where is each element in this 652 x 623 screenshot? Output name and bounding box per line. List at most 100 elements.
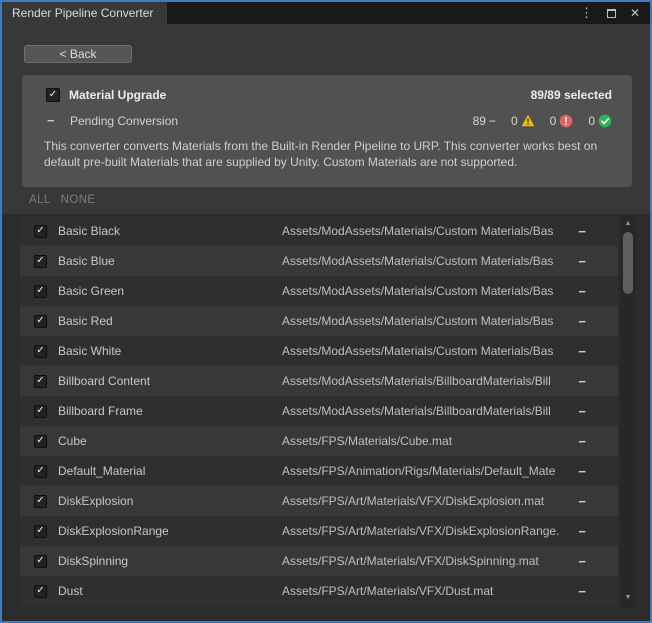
window-title: Render Pipeline Converter (12, 6, 153, 20)
close-icon[interactable]: ✕ (630, 2, 640, 24)
scrollbar-thumb[interactable] (623, 232, 633, 294)
warning-count: 0 (511, 114, 535, 128)
material-row[interactable]: ✓ DiskSpinning Assets/FPS/Art/Materials/… (20, 546, 618, 576)
converter-title: Material Upgrade (69, 88, 166, 102)
row-checkbox[interactable]: ✓ (34, 435, 47, 448)
check-icon: ✓ (36, 585, 44, 597)
material-row[interactable]: ✓ Basic Red Assets/ModAssets/Materials/C… (20, 306, 618, 336)
material-path: Assets/ModAssets/Materials/BillboardMate… (282, 374, 551, 388)
scrollbar[interactable]: ▲ ▼ (620, 216, 636, 608)
row-status-icon: − (578, 434, 586, 449)
row-checkbox[interactable]: ✓ (34, 255, 47, 268)
material-path: Assets/FPS/Art/Materials/VFX/DiskExplosi… (282, 524, 559, 538)
tab-render-pipeline-converter[interactable]: Render Pipeline Converter (2, 2, 167, 24)
material-name: Billboard Frame (58, 404, 264, 418)
material-row[interactable]: ✓ Dust Assets/FPS/Art/Materials/VFX/Dust… (20, 576, 618, 606)
material-path: Assets/ModAssets/Materials/Custom Materi… (282, 254, 553, 268)
material-path: Assets/FPS/Materials/Cube.mat (282, 434, 452, 448)
pending-count: 89 − (473, 114, 496, 128)
material-path: Assets/ModAssets/Materials/BillboardMate… (282, 404, 551, 418)
material-name: DiskExplosionRange (58, 524, 264, 538)
material-row[interactable]: ✓ Billboard Frame Assets/ModAssets/Mater… (20, 396, 618, 426)
material-path: Assets/ModAssets/Materials/Custom Materi… (282, 314, 553, 328)
error-count: 0 (550, 114, 574, 128)
material-path: Assets/FPS/Art/Materials/VFX/DiskSpinnin… (282, 554, 539, 568)
title-bar: Render Pipeline Converter ⋮ ✕ (2, 2, 650, 24)
material-name: Basic Black (58, 224, 264, 238)
row-status-icon: − (578, 584, 586, 599)
row-checkbox[interactable]: ✓ (34, 405, 47, 418)
check-icon: ✓ (36, 555, 44, 567)
row-checkbox[interactable]: ✓ (34, 555, 47, 568)
check-icon: ✓ (36, 375, 44, 387)
converter-status-row: − Pending Conversion 89 − 0 0 (47, 113, 612, 128)
status-counts: 89 − 0 0 (458, 114, 612, 128)
check-icon: ✓ (36, 495, 44, 507)
material-row[interactable]: ✓ DiskExplosion Assets/FPS/Art/Materials… (20, 486, 618, 516)
check-icon: ✓ (36, 225, 44, 237)
row-checkbox[interactable]: ✓ (34, 465, 47, 478)
row-status-icon: − (578, 314, 586, 329)
back-button[interactable]: < Back (24, 45, 132, 63)
pending-count-icon: − (489, 114, 496, 128)
material-row[interactable]: ✓ Basic Green Assets/ModAssets/Materials… (20, 276, 618, 306)
material-row[interactable]: ✓ Basic Blue Assets/ModAssets/Materials/… (20, 246, 618, 276)
converter-header-row: ✓ Material Upgrade 89/89 selected (46, 88, 612, 102)
select-all-button[interactable]: ALL (29, 194, 51, 206)
material-row[interactable]: ✓ DiskExplosionRange Assets/FPS/Art/Mate… (20, 516, 618, 546)
material-row[interactable]: ✓ Cube Assets/FPS/Materials/Cube.mat − (20, 426, 618, 456)
check-icon: ✓ (36, 345, 44, 357)
window-controls: ⋮ ✕ (580, 2, 640, 24)
material-row[interactable]: ✓ Billboard Content Assets/ModAssets/Mat… (20, 366, 618, 396)
row-checkbox[interactable]: ✓ (34, 225, 47, 238)
row-checkbox[interactable]: ✓ (34, 375, 47, 388)
row-status-icon: − (578, 524, 586, 539)
selection-bar: ALL NONE (29, 194, 96, 206)
material-name: Cube (58, 434, 264, 448)
material-path: Assets/ModAssets/Materials/Custom Materi… (282, 344, 553, 358)
material-path: Assets/FPS/Art/Materials/VFX/Dust.mat (282, 584, 493, 598)
material-list: ✓ Basic Black Assets/ModAssets/Materials… (20, 216, 618, 606)
material-path: Assets/ModAssets/Materials/Custom Materi… (282, 224, 553, 238)
check-icon: ✓ (36, 285, 44, 297)
render-pipeline-converter-window: Render Pipeline Converter ⋮ ✕ < Back ✓ M… (0, 0, 652, 623)
converter-description: This converter converts Materials from t… (44, 138, 614, 170)
row-checkbox[interactable]: ✓ (34, 525, 47, 538)
material-row[interactable]: ✓ Basic White Assets/ModAssets/Materials… (20, 336, 618, 366)
scroll-up-icon[interactable]: ▲ (620, 218, 636, 230)
row-status-icon: − (578, 224, 586, 239)
check-icon: ✓ (36, 255, 44, 267)
maximize-icon[interactable] (607, 9, 616, 18)
scroll-down-icon[interactable]: ▼ (620, 592, 636, 604)
row-checkbox[interactable]: ✓ (34, 285, 47, 298)
check-icon: ✓ (49, 89, 57, 101)
material-name: Basic Blue (58, 254, 264, 268)
material-name: DiskExplosion (58, 494, 264, 508)
material-name: Basic Red (58, 314, 264, 328)
row-checkbox[interactable]: ✓ (34, 495, 47, 508)
warning-icon (521, 114, 535, 127)
material-name: Basic White (58, 344, 264, 358)
row-checkbox[interactable]: ✓ (34, 315, 47, 328)
converter-checkbox[interactable]: ✓ (46, 88, 60, 102)
material-name: Default_Material (58, 464, 264, 478)
check-icon: ✓ (36, 315, 44, 327)
material-path: Assets/ModAssets/Materials/Custom Materi… (282, 284, 553, 298)
material-row[interactable]: ✓ Basic Black Assets/ModAssets/Materials… (20, 216, 618, 246)
success-count: 0 (588, 114, 612, 128)
converter-panel: ✓ Material Upgrade 89/89 selected − Pend… (22, 75, 632, 187)
more-options-icon[interactable]: ⋮ (580, 2, 593, 24)
row-checkbox[interactable]: ✓ (34, 585, 47, 598)
material-name: Basic Green (58, 284, 264, 298)
material-path: Assets/FPS/Art/Materials/VFX/DiskExplosi… (282, 494, 544, 508)
row-status-icon: − (578, 464, 586, 479)
material-name: Dust (58, 584, 264, 598)
row-status-icon: − (578, 254, 586, 269)
check-icon: ✓ (36, 405, 44, 417)
select-none-button[interactable]: NONE (61, 194, 96, 206)
material-row[interactable]: ✓ Default_Material Assets/FPS/Animation/… (20, 456, 618, 486)
pending-conversion-label: Pending Conversion (70, 114, 178, 128)
check-icon: ✓ (36, 525, 44, 537)
row-checkbox[interactable]: ✓ (34, 345, 47, 358)
row-status-icon: − (578, 494, 586, 509)
